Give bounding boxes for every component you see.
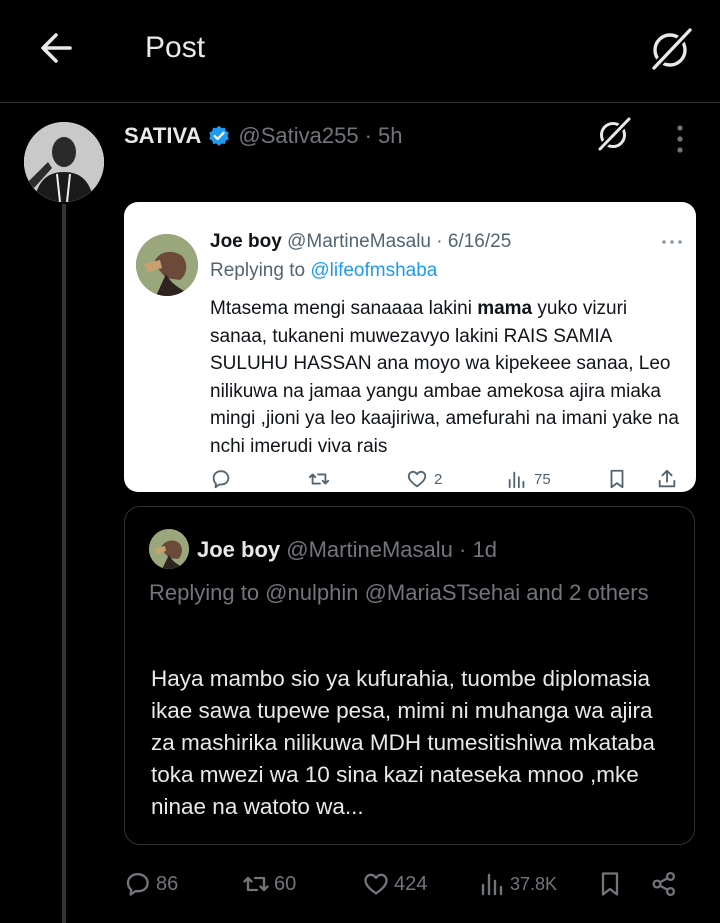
screenshot-author-row: Joe boy @MartineMasalu · 6/16/25 — [210, 231, 511, 253]
top-bar: Post — [0, 0, 720, 103]
attached-screenshot-image[interactable]: Joe boy @MartineMasalu · 6/16/25 Replyin… — [124, 202, 696, 492]
author-handle[interactable]: @Sativa255 — [238, 123, 358, 149]
replying-to: Replying to @lifeofmshaba — [210, 260, 437, 282]
repost-icon — [308, 473, 330, 485]
repost-stat — [308, 468, 330, 490]
share-stat — [656, 468, 678, 490]
like-icon — [364, 873, 388, 895]
grok-icon[interactable] — [648, 26, 694, 72]
reply-stat — [210, 468, 232, 490]
views-icon — [481, 873, 503, 896]
page-title: Post — [145, 31, 206, 64]
post-author-row: SATIVA @Sativa255 · 5h — [124, 123, 403, 149]
repost-count: 60 — [274, 872, 297, 895]
avatar — [136, 234, 198, 296]
author-name: Joe boy — [210, 231, 282, 252]
author-handle: @MartineMasalu — [286, 537, 453, 562]
share-icon — [652, 871, 676, 897]
reply-icon — [212, 470, 230, 489]
repost-button[interactable]: 60 — [242, 866, 296, 902]
body-text: Mtasema mengi sanaaaa lakini — [210, 298, 478, 319]
share-button[interactable] — [650, 866, 678, 902]
back-arrow-icon[interactable] — [36, 28, 76, 68]
avatar[interactable] — [24, 122, 104, 202]
post-date: · 6/16/25 — [436, 231, 512, 252]
repost-icon — [243, 876, 269, 892]
post-time: · 1d — [459, 537, 497, 562]
body-bold-text: mama — [477, 298, 533, 319]
share-icon — [658, 469, 676, 488]
reply-icon — [126, 873, 149, 896]
screenshot-text: Mtasema mengi sanaaaa lakini mama yuko v… — [210, 295, 684, 460]
quoted-post-text: Haya mambo sio ya kufurahia, tuombe dipl… — [151, 666, 655, 819]
more-icon[interactable] — [668, 122, 692, 156]
replying-to: Replying to @nulphin @MariaSTsehai and 2… — [149, 580, 649, 605]
more-icon — [662, 240, 682, 244]
quoted-author-row: Joe boy @MartineMasalu · 1d — [197, 537, 497, 563]
replying-label: Replying to — [210, 260, 311, 281]
bookmark-icon — [610, 469, 624, 489]
post-action-bar: 86 60 424 37.8K — [124, 866, 696, 902]
body-text: yuko vizuri sanaa, tukaneni muwezavyo la… — [210, 298, 679, 457]
verified-badge-icon — [209, 125, 230, 146]
views-count: 37.8K — [510, 873, 558, 894]
bookmark-button[interactable] — [596, 866, 624, 902]
author-name: Joe boy — [197, 537, 281, 562]
reply-mention-link: @lifeofmshaba — [310, 260, 438, 281]
views-count: 75 — [534, 470, 551, 488]
author-name[interactable]: SATIVA — [124, 123, 201, 149]
grok-icon[interactable] — [596, 116, 632, 152]
views-icon — [508, 471, 525, 489]
like-count: 2 — [434, 470, 443, 488]
bookmark-stat — [606, 468, 628, 490]
screenshot-action-bar: 2 75 — [210, 468, 690, 492]
avatar — [149, 529, 189, 569]
reply-button[interactable]: 86 — [124, 866, 178, 902]
avatar-photo — [24, 122, 104, 202]
author-handle: @MartineMasalu — [287, 231, 431, 252]
thread-line — [62, 204, 66, 923]
quoted-post[interactable]: Joe boy @MartineMasalu · 1d Replying to … — [124, 506, 695, 845]
like-count: 424 — [394, 872, 428, 895]
like-button[interactable]: 424 — [362, 866, 427, 902]
bookmark-icon — [601, 872, 619, 896]
reply-count: 86 — [156, 872, 179, 895]
views-stat: 75 — [506, 468, 551, 490]
views-button[interactable]: 37.8K — [478, 866, 557, 902]
post-time: · 5h — [364, 123, 403, 148]
like-stat: 2 — [406, 468, 442, 490]
like-icon — [407, 470, 427, 488]
